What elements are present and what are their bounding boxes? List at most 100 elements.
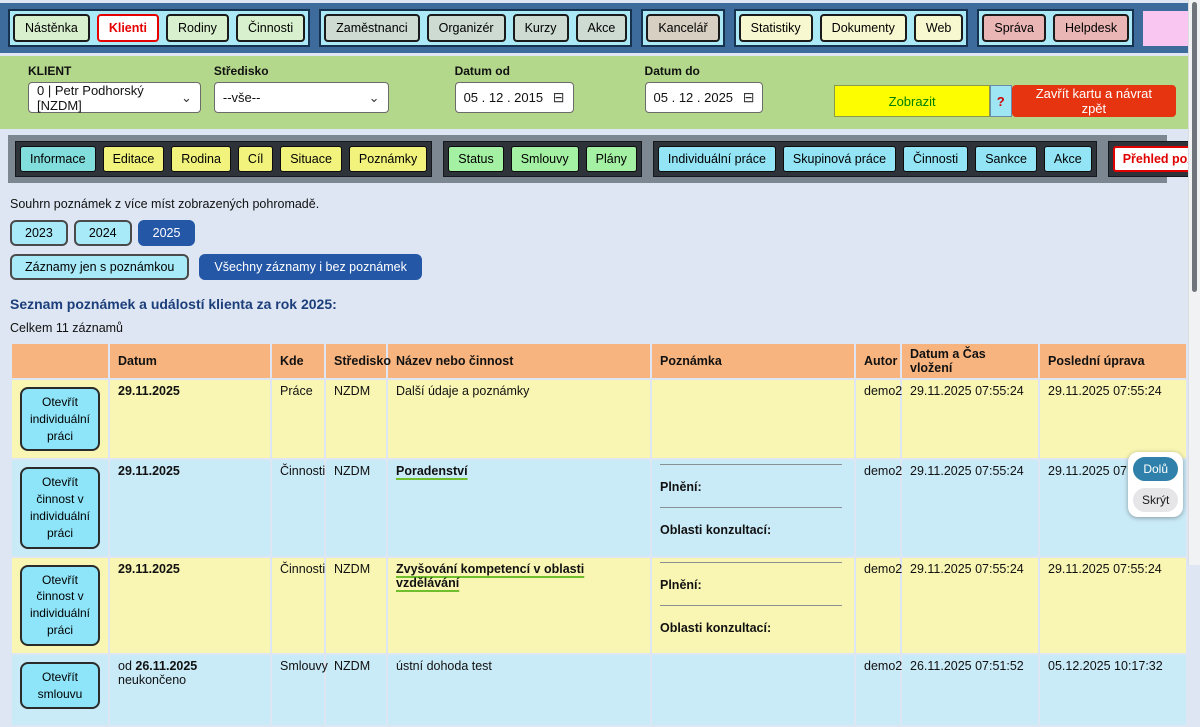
tab-prehled-pozn[interactable]: Přehled pozn.	[1113, 146, 1200, 172]
cell-autor: demo2	[856, 460, 900, 555]
tab-sankce[interactable]: Sankce	[975, 146, 1037, 172]
tab-plany[interactable]: Plány	[586, 146, 637, 172]
help-button[interactable]: ?	[990, 85, 1012, 117]
nav-item-sprava[interactable]: Správa	[982, 14, 1046, 42]
plneni-label: Plnění:	[660, 578, 846, 592]
tab-individualni-prace[interactable]: Individuální práce	[658, 146, 776, 172]
tab-smlouvy[interactable]: Smlouvy	[511, 146, 579, 172]
year-button-2025[interactable]: 2025	[138, 220, 196, 246]
datum-do-label: Datum do	[645, 64, 764, 78]
tab-informace[interactable]: Informace	[20, 146, 96, 172]
klient-label: KLIENT	[28, 64, 201, 78]
client-tab-bar: Informace Editace Rodina Cíl Situace Poz…	[8, 135, 1167, 183]
nav-item-organizer[interactable]: Organizér	[427, 14, 506, 42]
tab-situace[interactable]: Situace	[280, 146, 342, 172]
close-card-button[interactable]: Zavřít kartu a návrat zpět	[1012, 85, 1176, 117]
nav-item-helpdesk[interactable]: Helpdesk	[1053, 14, 1129, 42]
records-count: Celkem 11 záznamů	[10, 321, 1188, 335]
top-navigation-bar: Nástěnka Klienti Rodiny Činnosti Zaměstn…	[0, 3, 1188, 53]
cell-nazev: Další údaje a poznámky	[388, 380, 650, 458]
cell-stredisko: NZDM	[326, 380, 386, 458]
tab-group-status: Status Smlouvy Plány	[443, 141, 642, 177]
client-filter-bar: KLIENT 0 | Petr Podhorský [NZDM] ⌄ Střed…	[0, 56, 1188, 129]
note-divider	[660, 605, 842, 606]
nav-item-zamestnanci[interactable]: Zaměstnanci	[324, 14, 420, 42]
vertical-scrollbar[interactable]	[1188, 0, 1200, 565]
chevron-down-icon: ⌄	[369, 90, 380, 106]
tab-akce[interactable]: Akce	[1044, 146, 1092, 172]
cell-uprava: 05.12.2025 10:17:32	[1040, 655, 1186, 725]
hide-panel-button[interactable]: Skrýt	[1133, 488, 1178, 512]
year-button-2024[interactable]: 2024	[74, 220, 132, 246]
nav-item-kancelar[interactable]: Kancelář	[646, 14, 719, 42]
col-header-actions	[12, 344, 108, 378]
cell-datum: od 26.11.2025 neukončeno	[110, 655, 270, 725]
nav-item-akce[interactable]: Akce	[576, 14, 628, 42]
nav-group-staff: Zaměstnanci Organizér Kurzy Akce	[319, 9, 632, 47]
cell-kde: Činnosti	[272, 558, 324, 653]
nav-item-nastenka[interactable]: Nástěnka	[13, 14, 90, 42]
nav-item-cinnosti[interactable]: Činnosti	[236, 14, 305, 42]
cell-uprava: 29.11.2025 07:55:24	[1040, 558, 1186, 653]
calendar-icon: ⊟	[553, 89, 565, 106]
cell-datum: 29.11.2025	[110, 558, 270, 653]
year-button-2023[interactable]: 2023	[10, 220, 68, 246]
cell-nazev: ústní dohoda test	[388, 655, 650, 725]
cell-stredisko: NZDM	[326, 655, 386, 725]
activity-link[interactable]: Zvyšování kompetencí v oblasti vzděláván…	[396, 562, 584, 590]
mode-button-only-notes[interactable]: Záznamy jen s poznámkou	[10, 254, 189, 280]
tab-editace[interactable]: Editace	[103, 146, 165, 172]
cell-poznamka: Plnění: Oblasti konzultací:	[652, 558, 854, 653]
open-individual-work-button[interactable]: Otevřít individuální práci	[20, 387, 100, 451]
open-contract-button[interactable]: Otevřít smlouvu	[20, 662, 100, 710]
nav-item-dokumenty[interactable]: Dokumenty	[820, 14, 907, 42]
cell-vlozeni: 29.11.2025 07:55:24	[902, 380, 1038, 458]
nav-item-klienti[interactable]: Klienti	[97, 14, 159, 42]
cell-autor: demo2	[856, 655, 900, 725]
cell-kde: Činnosti	[272, 460, 324, 555]
tab-rodina[interactable]: Rodina	[171, 146, 231, 172]
table-row: Otevřít činnost v individuální práci 29.…	[12, 558, 1186, 653]
activity-link[interactable]: Poradenství	[396, 464, 468, 478]
scrollbar-thumb[interactable]	[1192, 2, 1197, 292]
cell-stredisko: NZDM	[326, 460, 386, 555]
nav-item-rodiny[interactable]: Rodiny	[166, 14, 229, 42]
open-activity-button[interactable]: Otevřít činnost v individuální práci	[20, 565, 100, 646]
cell-kde: Práce	[272, 380, 324, 458]
tab-skupinova-prace[interactable]: Skupinová práce	[783, 146, 896, 172]
tab-status[interactable]: Status	[448, 146, 503, 172]
plneni-label: Plnění:	[660, 480, 846, 494]
nav-group-admin: Správa Helpdesk	[977, 9, 1134, 47]
nav-group-reports: Statistiky Dokumenty Web	[734, 9, 969, 47]
nav-item-web[interactable]: Web	[914, 14, 963, 42]
open-activity-button[interactable]: Otevřít činnost v individuální práci	[20, 467, 100, 548]
nav-item-kurzy[interactable]: Kurzy	[513, 14, 569, 42]
datum-od-input[interactable]: 05 . 12 . 2015 ⊟	[455, 82, 574, 113]
oblasti-label: Oblasti konzultací:	[660, 523, 846, 537]
col-header-nazev: Název nebo činnost	[388, 344, 650, 378]
datum-od-label: Datum od	[455, 64, 574, 78]
cell-poznamka: Plnění: Oblasti konzultací:	[652, 460, 854, 555]
datum-suffix: neukončeno	[118, 673, 186, 687]
tab-cil[interactable]: Cíl	[238, 146, 273, 172]
datum-od-field: Datum od 05 . 12 . 2015 ⊟	[455, 64, 574, 113]
col-header-autor: Autor	[856, 344, 900, 378]
stredisko-select[interactable]: --vše-- ⌄	[214, 82, 389, 113]
floating-scroll-panel: Dolů Skrýt	[1128, 452, 1183, 517]
klient-select[interactable]: 0 | Petr Podhorský [NZDM] ⌄	[28, 82, 201, 113]
datum-do-input[interactable]: 05 . 12 . 2025 ⊟	[645, 82, 764, 113]
tab-poznamky[interactable]: Poznámky	[349, 146, 427, 172]
mode-button-all-records[interactable]: Všechny záznamy i bez poznámek	[199, 254, 421, 280]
table-row: Otevřít individuální práci 29.11.2025 Pr…	[12, 380, 1186, 458]
col-header-vlozeni: Datum a Čas vložení	[902, 344, 1038, 378]
intro-text: Souhrn poznámek z více míst zobrazených …	[10, 197, 1188, 211]
datum-od-value: 05 . 12 . 2015	[464, 90, 544, 105]
nav-item-statistiky[interactable]: Statistiky	[739, 14, 813, 42]
klient-selected-value: 0 | Petr Podhorský [NZDM]	[37, 83, 175, 113]
zobrazit-button[interactable]: Zobrazit	[834, 85, 989, 117]
notes-list-heading: Seznam poznámek a událostí klienta za ro…	[10, 296, 1188, 312]
tab-group-work: Individuální práce Skupinová práce Činno…	[653, 141, 1097, 177]
stredisko-label: Středisko	[214, 64, 389, 78]
tab-cinnosti[interactable]: Činnosti	[903, 146, 968, 172]
scroll-down-button[interactable]: Dolů	[1133, 457, 1178, 481]
